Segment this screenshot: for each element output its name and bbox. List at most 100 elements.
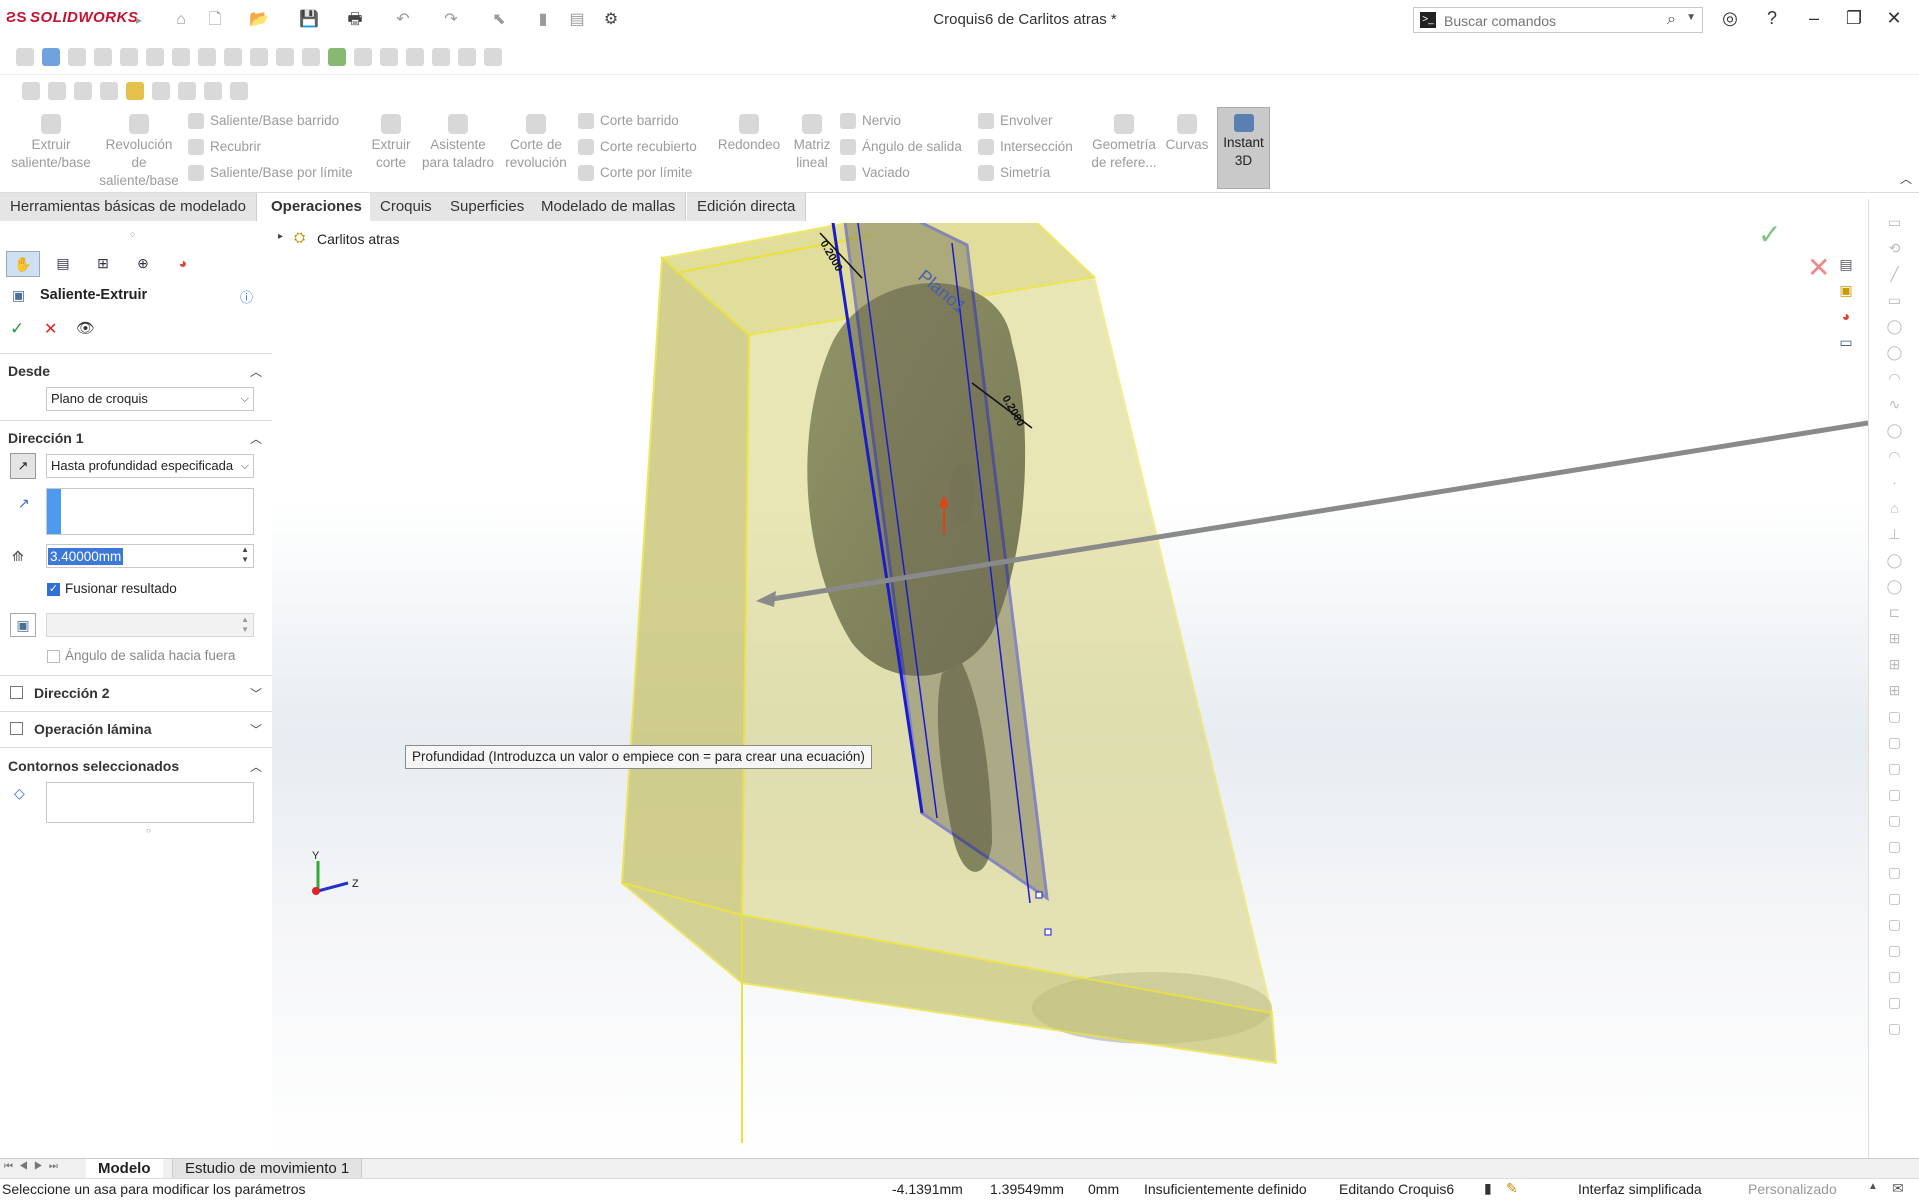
reference-geometry-button[interactable]: Geometría de refere... [1088, 114, 1160, 172]
toolbar-tool-icon[interactable] [41, 48, 60, 66]
toolbar-tool-icon[interactable] [47, 82, 66, 100]
boundary-boss-button[interactable]: Saliente/Base por límite [188, 164, 353, 182]
toolbar-tool-icon[interactable] [229, 82, 248, 100]
lofted-cut-button[interactable]: Corte recubierto [578, 138, 697, 156]
units-dropdown-icon[interactable]: ▲ [1868, 1181, 1878, 1192]
desde-select[interactable]: Plano de croquis ⌵ [46, 387, 254, 411]
tab-surfaces[interactable]: Superficies [440, 193, 536, 221]
toolbar-tool-icon[interactable] [249, 48, 268, 66]
toolbar-tool-icon[interactable] [177, 82, 196, 100]
draft-outward-checkbox[interactable] [47, 650, 60, 663]
tree-expand-icon[interactable]: ▸ [278, 231, 283, 242]
direccion1-section-header[interactable]: Dirección 1 [8, 430, 83, 446]
graphics-area[interactable]: Plano1 0.2000 0.2000 Y Z ▸ ⛭ Carlitos at… [272, 223, 1868, 1158]
sketch-status-icon[interactable]: ✎ [1506, 1180, 1518, 1197]
chevron-up-icon[interactable]: ︿ [250, 430, 262, 447]
toolbar-tool-icon[interactable] [327, 48, 346, 66]
rebuild-status-icon[interactable]: ▮ [1484, 1180, 1492, 1197]
notifications-icon[interactable]: ✉ [1892, 1180, 1904, 1197]
cancel-x-icon[interactable]: ✕ [1807, 251, 1830, 284]
depth-spinbox[interactable]: 3.40000mm ▲ ▼ [46, 544, 254, 568]
depth-input[interactable]: 3.40000mm [48, 548, 124, 565]
user-account-icon[interactable]: ◎ [1716, 8, 1744, 29]
tab-basic-modeling[interactable]: Herramientas básicas de modelado [0, 193, 257, 221]
reverse-direction-button[interactable]: ↗ [10, 453, 36, 479]
draft-button[interactable]: Ángulo de salida [840, 138, 962, 156]
toolbar-tool-icon[interactable] [353, 48, 372, 66]
toolbar-tool-icon[interactable] [145, 48, 164, 66]
toolbar-tool-icon[interactable] [21, 82, 40, 100]
swept-cut-button[interactable]: Corte barrido [578, 112, 679, 130]
confirm-check-icon[interactable]: ✓ [1758, 223, 1781, 251]
tab-scroll-arrows-icon[interactable]: ⏮◀▶⏭ [4, 1161, 64, 1172]
loft-boss-button[interactable]: Recubrir [188, 138, 261, 156]
hole-wizard-button[interactable]: Asistente para taladro [418, 114, 498, 172]
resize-handle-icon[interactable]: ○ [146, 826, 151, 835]
direccion2-checkbox[interactable] [10, 686, 23, 699]
draft-on-off-button[interactable]: ▣ [10, 613, 36, 637]
display-manager-tab-icon[interactable]: ◕ [166, 251, 200, 277]
direccion2-section-header[interactable]: Dirección 2 [34, 685, 109, 701]
revolved-cut-button[interactable]: Corte de revolución [502, 114, 570, 172]
toolbar-tool-icon[interactable] [171, 48, 190, 66]
chevron-down-icon[interactable]: ﹀ [250, 721, 262, 738]
toolbar-tool-icon[interactable] [15, 48, 34, 66]
search-icon[interactable]: ⌕ [1667, 11, 1676, 29]
end-condition-select[interactable]: Hasta profundidad especificada ⌵ [46, 454, 254, 478]
toolbar-tool-icon[interactable] [151, 82, 170, 100]
restore-button[interactable]: ❐ [1840, 8, 1868, 29]
spin-arrows-icon[interactable]: ▲ ▼ [241, 545, 249, 565]
search-dropdown-icon[interactable]: ▼ [1686, 12, 1696, 23]
search-input[interactable] [1442, 10, 1666, 32]
tree-root-label[interactable]: Carlitos atras [317, 231, 399, 247]
chevron-up-icon[interactable]: ︿ [250, 758, 262, 775]
toolbar-tool-icon[interactable] [275, 48, 294, 66]
help-icon[interactable]: ⓘ [240, 287, 253, 306]
ok-check-button[interactable]: ✓ [10, 319, 24, 339]
linear-pattern-button[interactable]: Matriz lineal [788, 114, 836, 172]
spin-arrows-icon[interactable]: ▲ ▼ [241, 615, 249, 635]
thin-feature-section-header[interactable]: Operación lámina [34, 721, 151, 737]
scene-icon[interactable]: ▭ [1833, 334, 1859, 360]
toolbar-tool-icon[interactable] [405, 48, 424, 66]
desde-section-header[interactable]: Desde [8, 363, 50, 379]
wrap-button[interactable]: Envolver [978, 112, 1053, 130]
toolbar-tool-icon[interactable] [223, 48, 242, 66]
units-selector[interactable]: Personalizado [1748, 1181, 1837, 1197]
configuration-manager-tab-icon[interactable]: ⊞ [86, 251, 120, 277]
toolbar-tool-icon[interactable] [93, 48, 112, 66]
minimize-button[interactable]: – [1800, 8, 1828, 29]
collapse-ribbon-icon[interactable]: ︿ [1900, 170, 1912, 187]
toolbar-tool-icon[interactable] [125, 82, 144, 100]
instant3d-button[interactable]: Instant 3D [1217, 107, 1270, 189]
sketch-definition-status[interactable]: Insuficientemente definido [1144, 1181, 1307, 1197]
tab-mesh-modeling[interactable]: Modelado de mallas [531, 193, 687, 221]
swept-boss-button[interactable]: Saliente/Base barrido [188, 112, 339, 130]
toolbar-tool-icon[interactable] [203, 82, 222, 100]
tab-sketch[interactable]: Croquis [370, 193, 443, 221]
property-manager-tab-icon[interactable]: ▤ [46, 251, 80, 277]
toolbar-tool-icon[interactable] [457, 48, 476, 66]
appearance-icon[interactable]: ◕ [1833, 308, 1859, 334]
toolbar-tool-icon[interactable] [431, 48, 450, 66]
rib-button[interactable]: Nervio [840, 112, 901, 130]
tab-direct-editing[interactable]: Edición directa [687, 193, 807, 221]
cancel-x-button[interactable]: ✕ [44, 319, 57, 339]
toolbar-tool-icon[interactable] [301, 48, 320, 66]
mirror-button[interactable]: Simetría [978, 164, 1050, 182]
boundary-cut-button[interactable]: Corte por límite [578, 164, 692, 182]
toolbar-tool-icon[interactable] [483, 48, 502, 66]
panel-splitter-handle[interactable]: ○ [130, 229, 135, 239]
display-style-icon[interactable]: ▣ [1833, 282, 1859, 308]
toolbar-tool-icon[interactable] [197, 48, 216, 66]
dimxpert-tab-icon[interactable]: ⊕ [126, 251, 160, 277]
toolbar-tool-icon[interactable] [119, 48, 138, 66]
interface-mode[interactable]: Interfaz simplificada [1578, 1181, 1702, 1197]
intersect-button[interactable]: Intersección [978, 138, 1073, 156]
draft-angle-spinbox[interactable]: ▲ ▼ [46, 613, 254, 637]
selected-contours-section-header[interactable]: Contornos seleccionados [8, 758, 179, 774]
view-orientation-icon[interactable]: ▤ [1833, 256, 1859, 282]
tab-features[interactable]: Operaciones [261, 193, 373, 221]
direction-selection-box[interactable] [46, 488, 254, 535]
extrude-boss-button[interactable]: Extruir saliente/base [6, 114, 96, 172]
